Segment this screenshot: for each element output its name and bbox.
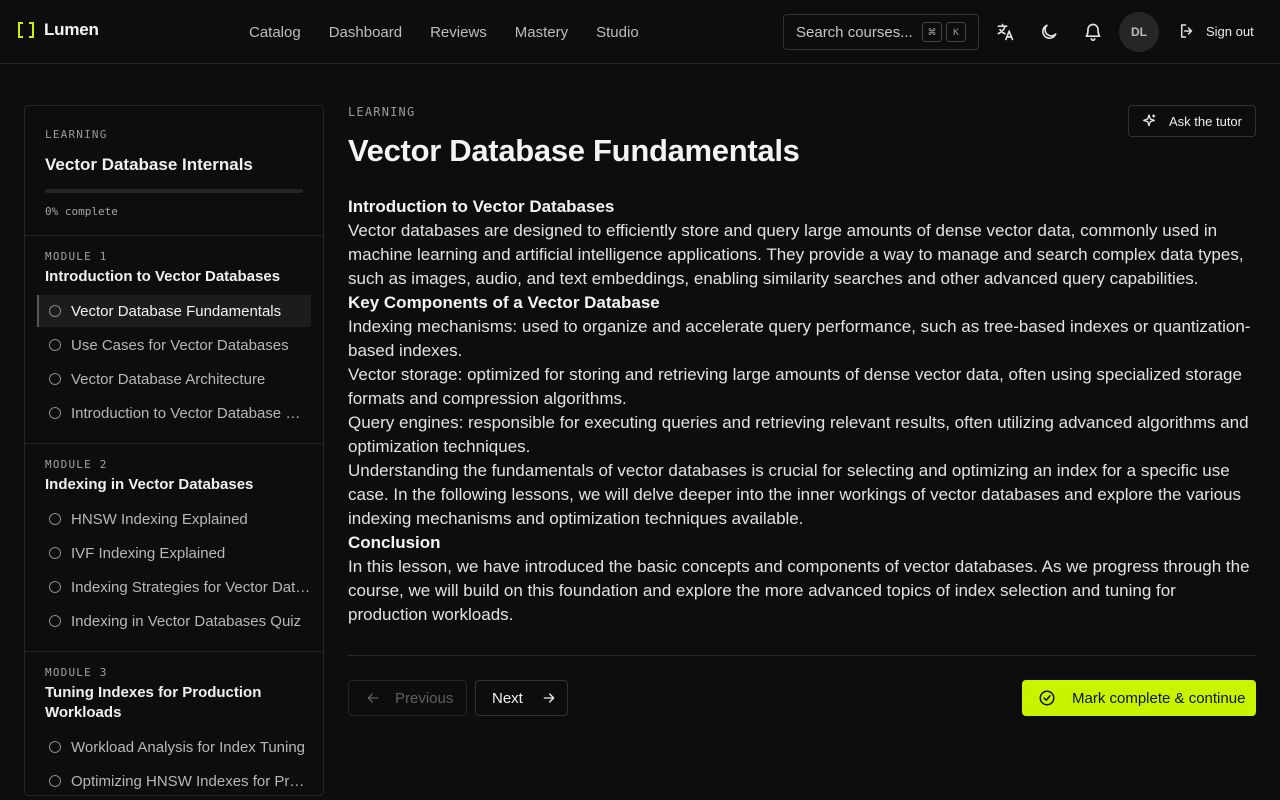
lesson-title: Optimizing HNSW Indexes for Production: [71, 772, 311, 790]
nav-dashboard[interactable]: Dashboard: [315, 24, 416, 41]
module-title: Indexing in Vector Databases: [45, 476, 254, 493]
module-title: Introduction to Vector Databases: [45, 268, 281, 285]
avatar[interactable]: DL: [1119, 12, 1159, 52]
circle-icon: [49, 547, 61, 559]
module-1: MODULE 1 Introduction to Vector Database…: [25, 236, 323, 444]
mark-complete-button[interactable]: Mark complete & continue: [1022, 680, 1256, 716]
content-paragraph: Indexing mechanisms: used to organize an…: [348, 317, 1251, 360]
circle-icon: [49, 775, 61, 787]
arrow-right-icon: [543, 693, 555, 703]
lesson-title: IVF Indexing Explained: [71, 544, 226, 562]
ask-tutor-button[interactable]: Ask the tutor: [1128, 105, 1256, 137]
circle-icon: [49, 615, 61, 627]
search-input[interactable]: Search courses... ⌘ K: [783, 14, 979, 50]
logout-icon: [1181, 24, 1193, 38]
circle-icon: [49, 581, 61, 593]
lesson-list: Vector Database Fundamentals Use Cases f…: [37, 295, 311, 429]
lesson-title: Introduction to Vector Database Quiz: [71, 404, 311, 422]
lesson-title: Vector Database Fundamentals: [71, 302, 282, 320]
circle-icon: [49, 513, 61, 525]
check-circle-icon: [1039, 690, 1055, 706]
next-label: Next: [492, 689, 523, 707]
sign-out-button[interactable]: Sign out: [1178, 22, 1254, 40]
content-paragraph: In this lesson, we have introduced the b…: [348, 557, 1250, 624]
lesson-item[interactable]: Introduction to Vector Database Quiz: [37, 397, 311, 429]
lesson-item[interactable]: Vector Database Fundamentals: [37, 295, 311, 327]
lesson-title: Vector Database Architecture: [71, 370, 266, 388]
content-paragraph: Vector databases are designed to efficie…: [348, 221, 1244, 288]
nav-catalog[interactable]: Catalog: [235, 24, 315, 41]
lesson-list: Workload Analysis for Index Tuning Optim…: [37, 731, 311, 795]
lesson-item[interactable]: IVF Indexing Explained: [37, 537, 311, 569]
mark-complete-label: Mark complete & continue: [1072, 689, 1246, 707]
lesson-item[interactable]: Use Cases for Vector Databases: [37, 329, 311, 361]
top-bar: Lumen Catalog Dashboard Reviews Mastery …: [0, 0, 1280, 64]
module-2: MODULE 2 Indexing in Vector Databases HN…: [25, 444, 323, 652]
command-key: ⌘: [922, 22, 942, 42]
arrow-left-icon: [367, 693, 379, 703]
progress-label: 0% complete: [45, 205, 118, 218]
circle-icon: [49, 339, 61, 351]
lesson-item[interactable]: HNSW Indexing Explained: [37, 503, 311, 535]
moon-icon[interactable]: [1037, 20, 1061, 44]
course-progress-bar: [45, 189, 303, 193]
course-header: LEARNING Vector Database Internals 0% co…: [25, 106, 323, 236]
lesson-title: Indexing in Vector Databases Quiz: [71, 612, 302, 630]
module-title: Tuning Indexes for Production Workloads: [45, 684, 262, 721]
lesson-list: HNSW Indexing Explained IVF Indexing Exp…: [37, 503, 311, 637]
content-paragraph: Vector storage: optimized for storing an…: [348, 365, 1242, 408]
lesson-title: Indexing Strategies for Vector Databases: [71, 578, 311, 596]
page-title: Vector Database Fundamentals: [348, 133, 800, 168]
lesson-item[interactable]: Optimizing HNSW Indexes for Production: [37, 765, 311, 795]
brand-name: Lumen: [44, 20, 99, 39]
module-3: MODULE 3 Tuning Indexes for Production W…: [25, 652, 323, 795]
lesson-item[interactable]: Workload Analysis for Index Tuning: [37, 731, 311, 763]
sidebar-overline: LEARNING: [45, 128, 108, 141]
module-label: MODULE 1: [45, 250, 108, 263]
translate-icon[interactable]: [993, 20, 1017, 44]
previous-button[interactable]: Previous: [348, 680, 467, 716]
content-heading: Key Components of a Vector Database: [348, 293, 660, 312]
keyboard-shortcut: ⌘ K: [918, 22, 966, 42]
search-placeholder: Search courses...: [796, 23, 913, 41]
next-button[interactable]: Next: [475, 680, 568, 716]
content-divider: [348, 655, 1256, 656]
nav-reviews[interactable]: Reviews: [416, 24, 501, 41]
main-nav: Catalog Dashboard Reviews Mastery Studio: [235, 0, 653, 64]
brand-logo[interactable]: Lumen: [18, 20, 99, 40]
lumen-logo-icon: [18, 22, 34, 38]
circle-icon: [49, 305, 61, 317]
sign-out-label: Sign out: [1206, 23, 1254, 39]
content-paragraph: Query engines: responsible for executing…: [348, 413, 1249, 456]
content-heading: Introduction to Vector Databases: [348, 197, 615, 216]
course-sidebar: LEARNING Vector Database Internals 0% co…: [24, 105, 324, 796]
content-heading: Conclusion: [348, 533, 441, 552]
circle-icon: [49, 741, 61, 753]
lesson-title: Use Cases for Vector Databases: [71, 336, 289, 354]
nav-studio[interactable]: Studio: [582, 24, 653, 41]
ask-tutor-label: Ask the tutor: [1169, 113, 1242, 129]
lesson-content: Introduction to Vector Databases Vector d…: [348, 195, 1256, 627]
circle-icon: [49, 407, 61, 419]
lesson-title: Workload Analysis for Index Tuning: [71, 738, 306, 756]
lesson-item[interactable]: Indexing in Vector Databases Quiz: [37, 605, 311, 637]
lesson-title: HNSW Indexing Explained: [71, 510, 248, 528]
k-key: K: [946, 22, 966, 42]
module-label: MODULE 2: [45, 458, 108, 471]
content-paragraph: Understanding the fundamentals of vector…: [348, 461, 1242, 528]
bell-icon[interactable]: [1081, 20, 1105, 44]
lesson-item[interactable]: Vector Database Architecture: [37, 363, 311, 395]
sparkle-icon: [1143, 114, 1156, 127]
lesson-item[interactable]: Indexing Strategies for Vector Databases: [37, 571, 311, 603]
nav-mastery[interactable]: Mastery: [501, 24, 582, 41]
lesson-main: LEARNING Vector Database Fundamentals As…: [348, 105, 1256, 627]
previous-label: Previous: [395, 689, 454, 707]
main-overline: LEARNING: [348, 105, 416, 119]
module-label: MODULE 3: [45, 666, 108, 679]
course-title: Vector Database Internals: [45, 155, 253, 174]
circle-icon: [49, 373, 61, 385]
